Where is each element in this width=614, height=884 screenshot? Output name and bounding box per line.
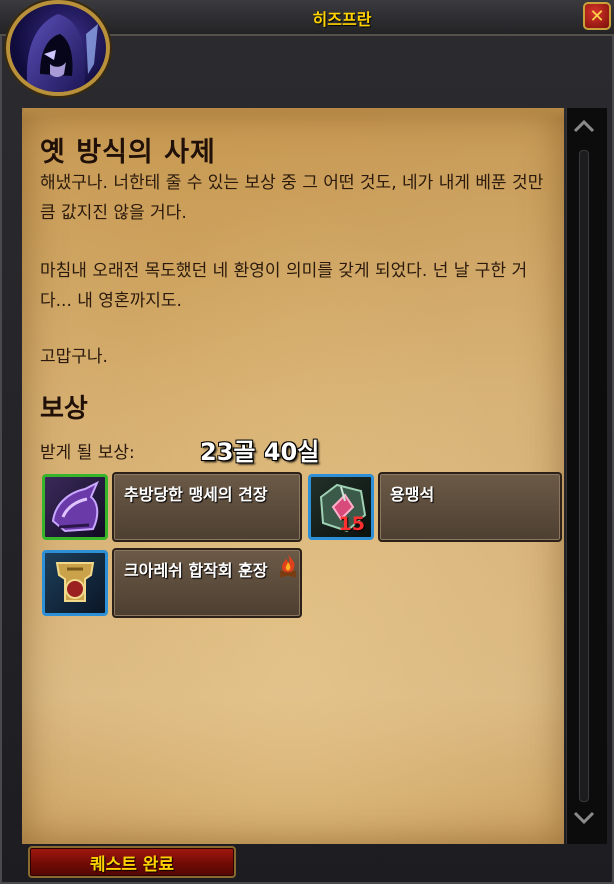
chevron-down-icon xyxy=(573,811,595,825)
quest-title: 옛 방식의 사제 xyxy=(40,137,216,168)
scroll-up-button[interactable] xyxy=(570,112,598,140)
reward-item-label-box: 추방당한 맹세의 견장 xyxy=(112,472,302,542)
quest-text-paragraph: 해냈구나. 너한테 줄 수 있는 보상 중 그 어떤 것도, 네가 내게 베푼 … xyxy=(40,173,544,223)
close-button[interactable]: ✕ xyxy=(583,2,611,30)
reward-item-name: 크아레쉬 합작회 훈장 xyxy=(124,561,268,580)
campfire-icon xyxy=(279,554,297,578)
complete-quest-button[interactable]: 퀘스트 완료 xyxy=(28,846,236,878)
reward-item-label-box: 크아레쉬 합작회 훈장 xyxy=(112,548,302,618)
rewards-receive-label: 받게 될 보상: xyxy=(40,443,135,463)
rewards-heading: 보상 xyxy=(40,394,88,424)
npc-portrait xyxy=(6,0,110,96)
scrollbar-rail[interactable] xyxy=(579,150,589,802)
money-reward: 23골 40실 xyxy=(200,438,320,466)
quest-text-paragraph: 마침내 오래전 목도했던 네 환영이 의미를 갖게 되었다. 넌 날 구한 거다… xyxy=(40,261,528,311)
shoulder-armor-icon xyxy=(42,474,108,540)
reward-item-label-box: 용맹석 xyxy=(378,472,562,542)
hooded-figure-icon xyxy=(26,14,98,92)
quest-text-paragraph: 고맙구나. xyxy=(40,347,108,367)
chevron-up-icon xyxy=(573,119,595,133)
parchment-edge xyxy=(22,108,564,120)
scroll-down-button[interactable] xyxy=(570,804,598,832)
insignia-icon xyxy=(42,550,108,616)
npc-name-title: 히즈프란 xyxy=(312,10,372,29)
reward-item-name: 용맹석 xyxy=(390,485,435,504)
reward-item-name: 추방당한 맹세의 견장 xyxy=(124,485,268,504)
reward-item-count: 15 xyxy=(338,513,365,535)
valorstone-icon: 15 xyxy=(308,474,374,540)
